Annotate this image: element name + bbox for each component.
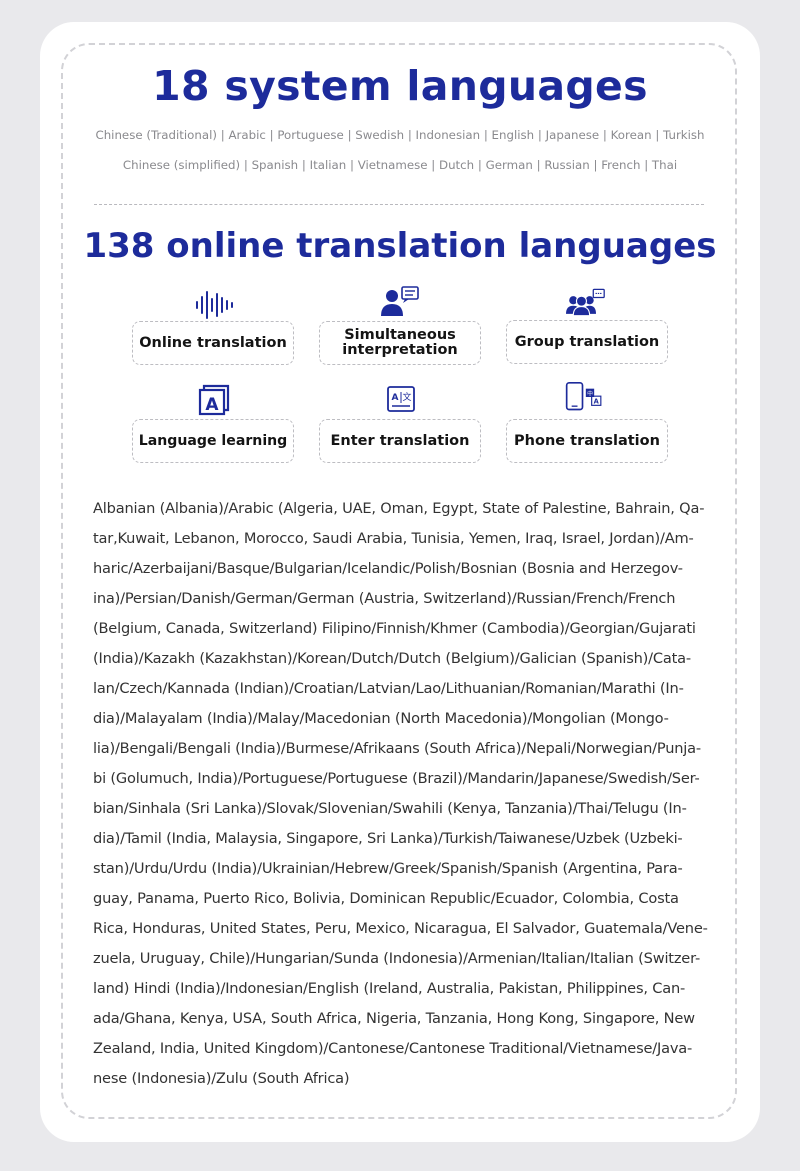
feature-phone-translation: Phone translation	[506, 419, 668, 463]
system-languages-line-1: Chinese (Traditional) | Arabic | Portugu…	[95, 128, 705, 142]
online-languages-list: Albanian (Albania)/Arabic (Algeria, UAE,…	[93, 494, 713, 1094]
feature-label: Group translation	[514, 333, 660, 350]
language-list-line: lan/Czech/Kannada (Indian)/Croatian/Latv…	[93, 680, 684, 697]
language-list-line: Rica, Honduras, United States, Peru, Mex…	[93, 920, 708, 937]
group-chat-icon	[566, 288, 605, 317]
language-list-line: (Belgium, Canada, Switzerland) Filipino/…	[93, 620, 696, 637]
svg-text:A: A	[392, 393, 399, 403]
section-divider	[94, 204, 704, 205]
feature-label: Enter translation	[330, 432, 470, 449]
language-list-line: (India)/Kazakh (Kazakhstan)/Korean/Dutch…	[93, 650, 691, 667]
feature-label: Simultaneous interpretation	[342, 328, 457, 358]
feature-label: Language learning	[138, 432, 288, 449]
language-list-line: ada/Ghana, Kenya, USA, South Africa, Nig…	[93, 1010, 695, 1027]
language-list-line: guay, Panama, Puerto Rico, Bolivia, Domi…	[93, 890, 679, 907]
svg-text:A: A	[594, 398, 600, 406]
language-list-line: haric/Azerbaijani/Basque/Bulgarian/Icela…	[93, 560, 683, 577]
online-languages-title: 138 online translation languages	[83, 226, 717, 266]
feature-label: Online translation	[139, 334, 287, 351]
language-list-line: lia)/Bengali/Bengali (India)/Burmese/Afr…	[93, 740, 701, 757]
language-list-line: tar,Kuwait, Lebanon, Morocco, Saudi Arab…	[93, 530, 694, 547]
speaker-chat-icon	[381, 286, 419, 316]
feature-enter-translation: Enter translation	[319, 419, 481, 463]
language-list-line: Albanian (Albania)/Arabic (Algeria, UAE,…	[93, 500, 705, 517]
sound-wave-icon	[196, 291, 233, 319]
svg-text:A: A	[205, 395, 219, 415]
feature-group-translation: Group translation	[506, 320, 668, 364]
language-list-line: zuela, Uruguay, Chile)/Hungarian/Sunda (…	[93, 950, 701, 967]
language-list-line: Zealand, India, United Kingdom)/Cantones…	[93, 1040, 693, 1057]
language-list-line: nese (Indonesia)/Zulu (South Africa)	[93, 1070, 350, 1087]
feature-online-translation: Online translation	[132, 321, 294, 365]
language-list-line: ina)/Persian/Danish/German/German (Austr…	[93, 590, 676, 607]
language-list-line: dia)/Malayalam (India)/Malay/Macedonian …	[93, 710, 669, 727]
feature-language-learning: Language learning	[132, 419, 294, 463]
system-languages-title: 18 system languages	[152, 62, 648, 110]
system-languages-line-2: Chinese (simplified) | Spanish | Italian…	[122, 158, 678, 172]
text-translate-icon: A 文	[387, 386, 415, 412]
phone-translate-icon: 中 A	[565, 382, 602, 411]
language-list-line: land) Hindi (India)/Indonesian/English (…	[93, 980, 686, 997]
language-list-line: dia)/Tamil (India, Malaysia, Singapore, …	[93, 830, 683, 847]
language-list-line: bian/Sinhala (Sri Lanka)/Slovak/Slovenia…	[93, 800, 687, 817]
feature-label-line-2: interpretation	[342, 342, 458, 358]
language-list-line: bi (Golumuch, India)/Portuguese/Portugue…	[93, 770, 700, 787]
feature-label: Phone translation	[514, 432, 660, 449]
feature-label-line-1: Simultaneous	[344, 327, 456, 343]
letter-a-book-icon: A	[198, 384, 230, 416]
svg-text:文: 文	[402, 391, 411, 403]
language-list-line: stan)/Urdu/Urdu (India)/Ukrainian/Hebrew…	[93, 860, 683, 877]
feature-simultaneous-interpretation: Simultaneous interpretation	[319, 321, 481, 365]
